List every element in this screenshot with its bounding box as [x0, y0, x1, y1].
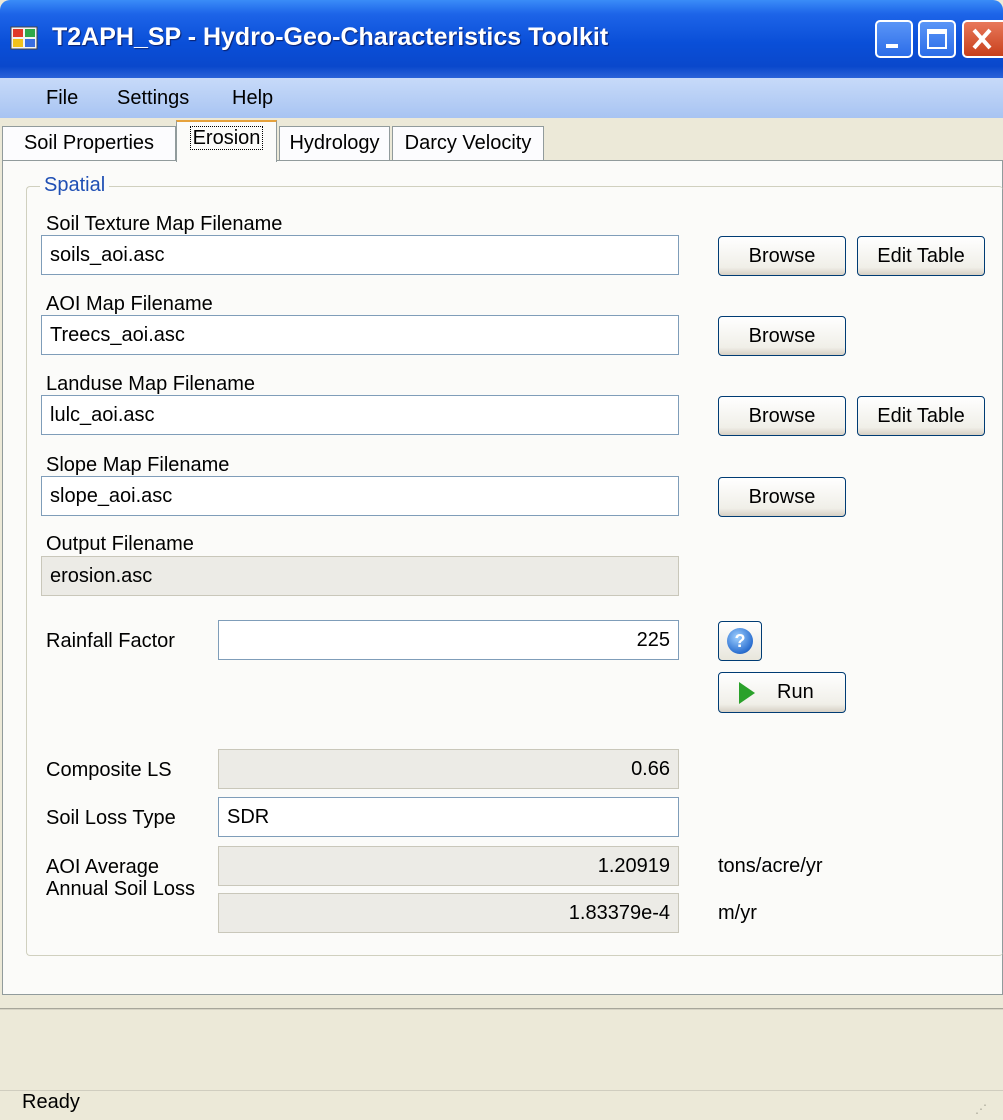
- slope-browse-button[interactable]: Browse: [718, 477, 846, 517]
- tab-label: Hydrology: [289, 132, 380, 154]
- menu-help[interactable]: Help: [232, 85, 273, 111]
- maximize-button[interactable]: [918, 20, 956, 58]
- close-icon: [972, 28, 992, 50]
- minimize-button[interactable]: [875, 20, 913, 58]
- run-label: Run: [777, 681, 814, 703]
- menu-settings[interactable]: Settings: [117, 85, 189, 111]
- soil-texture-edit-table-button[interactable]: Edit Table: [857, 236, 985, 276]
- menu-bar: File Settings Help: [0, 78, 1003, 118]
- avg-soil-loss-label-line2: Annual Soil Loss: [46, 878, 195, 900]
- status-bar: Ready ⋰: [0, 1090, 1003, 1120]
- soil-texture-browse-button[interactable]: Browse: [718, 236, 846, 276]
- output-field: erosion.asc: [41, 556, 679, 596]
- close-button[interactable]: [962, 20, 1003, 58]
- help-icon: ?: [727, 628, 753, 654]
- composite-ls-field: 0.66: [218, 749, 679, 789]
- rainfall-factor-field[interactable]: 225: [218, 620, 679, 660]
- avg-soil-loss-tons-unit: tons/acre/yr: [718, 855, 823, 877]
- tab-strip: Soil Properties Erosion Hydrology Darcy …: [0, 118, 1003, 162]
- soil-loss-type-label: Soil Loss Type: [46, 807, 176, 829]
- run-button[interactable]: Run: [718, 672, 846, 713]
- resize-grip-icon[interactable]: ⋰: [975, 1101, 995, 1117]
- landuse-edit-table-button[interactable]: Edit Table: [857, 396, 985, 436]
- maximize-icon: [927, 29, 947, 49]
- avg-soil-loss-m-unit: m/yr: [718, 902, 757, 924]
- rainfall-factor-label: Rainfall Factor: [46, 630, 175, 652]
- landuse-browse-button[interactable]: Browse: [718, 396, 846, 436]
- aoi-field[interactable]: Treecs_aoi.asc: [41, 315, 679, 355]
- tab-hydrology[interactable]: Hydrology: [279, 126, 390, 160]
- aoi-label: AOI Map Filename: [46, 293, 213, 315]
- avg-soil-loss-tons-field: 1.20919: [218, 846, 679, 886]
- app-icon[interactable]: [10, 26, 38, 50]
- slope-field[interactable]: slope_aoi.asc: [41, 476, 679, 516]
- landuse-field[interactable]: lulc_aoi.asc: [41, 395, 679, 435]
- tab-label: Soil Properties: [23, 132, 155, 154]
- output-label: Output Filename: [46, 533, 194, 555]
- help-button[interactable]: ?: [718, 621, 762, 661]
- spatial-group-label: Spatial: [40, 172, 110, 198]
- tab-erosion[interactable]: Erosion: [176, 120, 277, 162]
- slope-label: Slope Map Filename: [46, 454, 230, 476]
- tab-soil-properties[interactable]: Soil Properties: [2, 126, 176, 160]
- soil-texture-label: Soil Texture Map Filename: [46, 213, 283, 235]
- aoi-browse-button[interactable]: Browse: [718, 316, 846, 356]
- title-bar[interactable]: T2APH_SP - Hydro-Geo-Characteristics Too…: [0, 0, 1003, 78]
- tab-label: Darcy Velocity: [404, 132, 532, 154]
- composite-ls-label: Composite LS: [46, 759, 172, 781]
- tab-darcy-velocity[interactable]: Darcy Velocity: [392, 126, 544, 160]
- avg-soil-loss-m-field: 1.83379e-4: [218, 893, 679, 933]
- window-title: T2APH_SP - Hydro-Geo-Characteristics Too…: [52, 23, 609, 51]
- status-text: Ready: [22, 1091, 80, 1113]
- soil-loss-type-value: SDR: [227, 806, 270, 828]
- soil-loss-type-select[interactable]: SDR ▼: [218, 797, 679, 837]
- play-icon: [739, 682, 755, 704]
- minimize-icon: [886, 44, 898, 48]
- soil-texture-field[interactable]: soils_aoi.asc: [41, 235, 679, 275]
- menu-file[interactable]: File: [46, 85, 78, 111]
- separator: [0, 1008, 1003, 1010]
- landuse-label: Landuse Map Filename: [46, 373, 256, 395]
- tab-label: Erosion: [189, 126, 264, 150]
